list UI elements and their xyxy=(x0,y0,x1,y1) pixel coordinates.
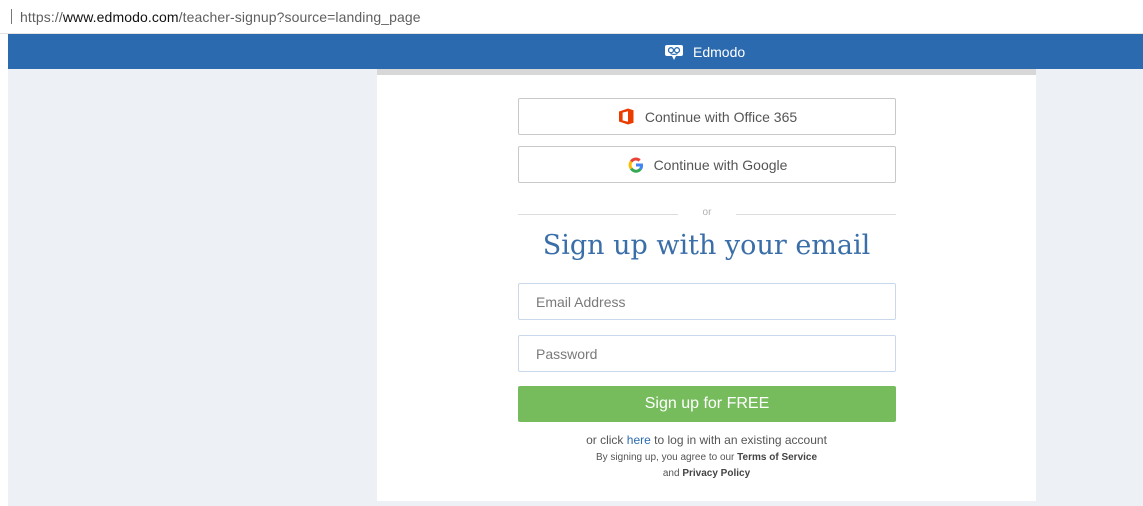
office-button-label: Continue with Office 365 xyxy=(644,108,798,125)
sign-up-free-button[interactable]: Sign up for FREE xyxy=(518,386,896,422)
url-scheme: https:// xyxy=(20,9,63,25)
url-path: /teacher-signup?source=landing_page xyxy=(178,9,421,25)
top-header-bar: Edmodo xyxy=(8,34,1143,69)
continue-with-google-button[interactable]: Continue with Google xyxy=(518,146,896,183)
continue-with-office-365-button[interactable]: Continue with Office 365 xyxy=(518,98,896,135)
login-prompt: or click here to log in with an existing… xyxy=(377,433,1036,447)
or-divider: or xyxy=(518,207,896,221)
office-365-icon xyxy=(618,108,634,125)
email-field[interactable] xyxy=(518,283,896,320)
terms-of-service-link[interactable]: Terms of Service xyxy=(737,452,817,463)
terms-line: By signing up, you agree to our Terms of… xyxy=(377,450,1036,466)
login-here-link[interactable]: here xyxy=(627,433,651,447)
brand-logo-link[interactable]: Edmodo xyxy=(664,42,745,62)
terms-notice: By signing up, you agree to our Terms of… xyxy=(377,450,1036,482)
password-field[interactable] xyxy=(518,335,896,372)
divider-text: or xyxy=(702,207,712,218)
divider-line-right xyxy=(736,214,896,215)
url-host: www.edmodo.com xyxy=(62,9,179,25)
privacy-line: and Privacy Policy xyxy=(377,466,1036,482)
login-prefix: or click xyxy=(586,433,627,447)
terms-and: and xyxy=(662,468,683,479)
privacy-policy-link[interactable]: Privacy Policy xyxy=(682,468,750,479)
browser-address-bar[interactable]: https://www.edmodo.com/teacher-signup?so… xyxy=(0,0,1143,34)
text-cursor xyxy=(11,9,12,24)
url-text[interactable]: https://www.edmodo.com/teacher-signup?so… xyxy=(20,9,421,25)
login-suffix: to log in with an existing account xyxy=(650,433,827,447)
edmodo-logo-icon xyxy=(665,44,683,60)
signup-card: Continue with Office 365 Continue with G… xyxy=(377,69,1036,501)
brand-name: Edmodo xyxy=(693,44,746,60)
terms-prefix: By signing up, you agree to our xyxy=(595,452,738,463)
google-button-label: Continue with Google xyxy=(653,156,788,173)
signup-title: Sign up with your email xyxy=(542,230,871,261)
google-icon xyxy=(628,157,643,173)
